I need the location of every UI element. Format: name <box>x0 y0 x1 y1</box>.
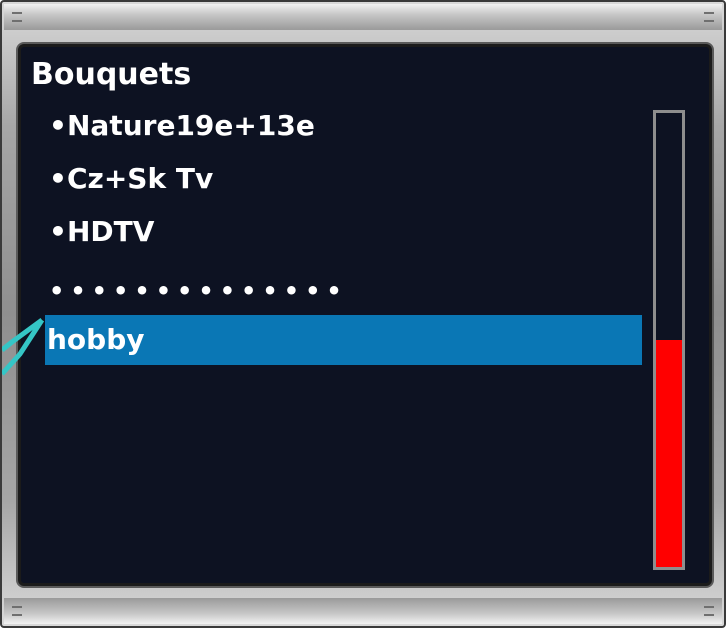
list-item-hdtv[interactable]: •HDTV <box>49 215 154 248</box>
grip-icon <box>704 12 714 22</box>
callout-pointer-icon <box>2 317 45 376</box>
bullet-icon: • <box>49 215 67 248</box>
list-item-label: HDTV <box>67 215 155 248</box>
bottom-bezel <box>4 598 722 624</box>
scrollbar-track[interactable] <box>653 110 685 570</box>
top-bezel <box>4 4 722 30</box>
list-item-label: Cz+Sk Tv <box>67 162 214 195</box>
panel-title: Bouquets <box>31 57 192 92</box>
bouquet-list-panel: Bouquets •Nature19e+13e •Cz+Sk Tv •HDTV … <box>18 44 712 586</box>
grip-icon <box>704 606 714 616</box>
separator-dots: •••••••••••••• <box>49 277 348 305</box>
grip-icon <box>12 606 22 616</box>
selected-list-item[interactable]: hobby <box>45 315 642 365</box>
scrollbar-indicator[interactable] <box>656 340 682 567</box>
bullet-icon: • <box>49 109 67 142</box>
window-frame: Bouquets •Nature19e+13e •Cz+Sk Tv •HDTV … <box>0 0 726 628</box>
list-item-czsk[interactable]: •Cz+Sk Tv <box>49 162 213 195</box>
list-item-label: Nature19e+13e <box>67 109 315 142</box>
grip-icon <box>12 12 22 22</box>
list-item-nature[interactable]: •Nature19e+13e <box>49 109 315 142</box>
selected-item-label: hobby <box>47 323 145 356</box>
bullet-icon: • <box>49 162 67 195</box>
